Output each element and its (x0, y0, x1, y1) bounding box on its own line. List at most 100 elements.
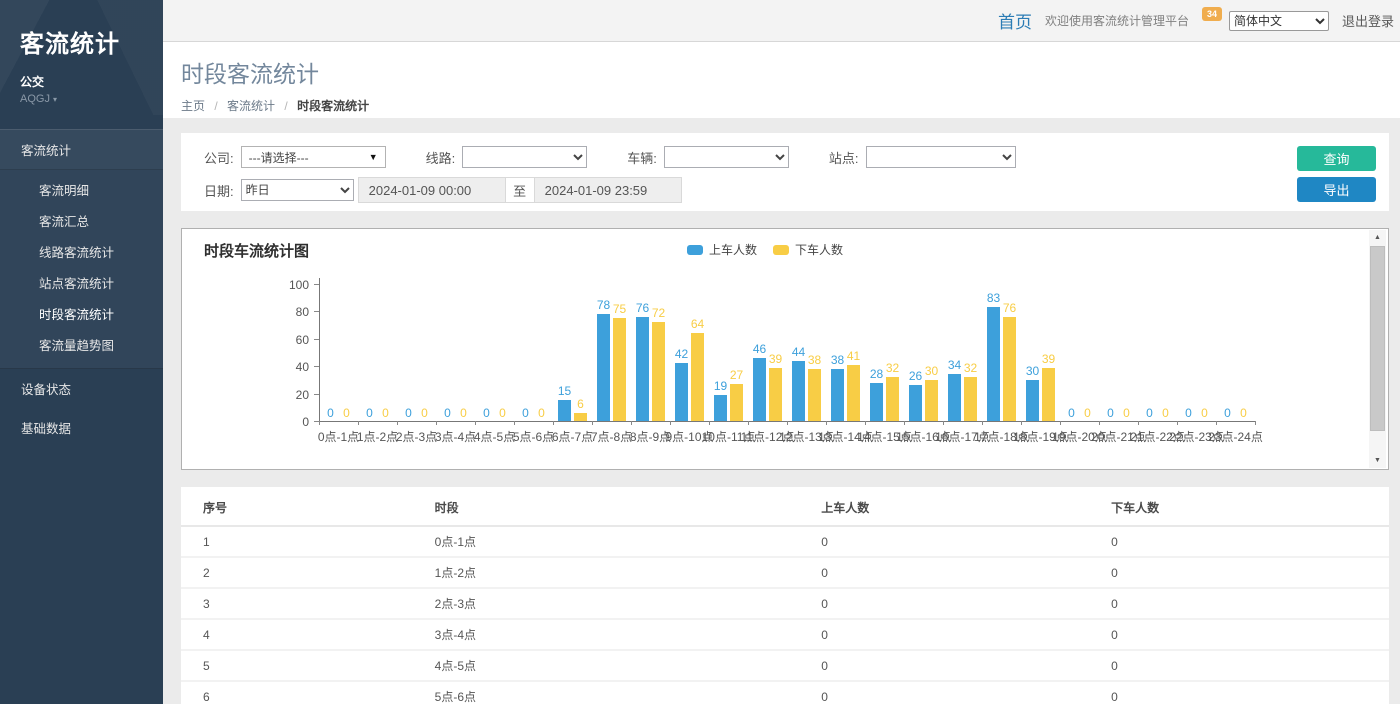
date-preset-select[interactable]: 昨日 (241, 179, 354, 201)
date-to-input[interactable] (534, 177, 682, 203)
language-select[interactable]: 简体中文 (1229, 11, 1329, 31)
top-navbar: 首页 欢迎使用客流统计管理平台 34 简体中文 退出登录 (163, 0, 1400, 42)
x-tick (1216, 421, 1217, 425)
table-row: 65点-6点00 (181, 681, 1389, 704)
line-select[interactable] (462, 146, 587, 168)
bar-上车人数 (831, 369, 844, 421)
y-tick-label: 80 (279, 305, 309, 319)
station-select[interactable] (866, 146, 1016, 168)
bar-上车人数 (987, 307, 1000, 421)
bar-上车人数 (636, 317, 649, 421)
date-from-input[interactable] (358, 177, 506, 203)
x-tick (1099, 421, 1100, 425)
chevron-down-icon: ▾ (53, 95, 57, 104)
col-header-timeslot: 时段 (435, 487, 822, 526)
scroll-up-icon[interactable]: ▲ (1369, 230, 1386, 245)
breadcrumb-home[interactable]: 主页 (181, 99, 205, 113)
bar-下车人数 (652, 322, 665, 421)
page-title: 时段客流统计 (181, 55, 1400, 89)
bar-上车人数 (909, 385, 922, 421)
bar-下车人数 (574, 413, 587, 421)
y-tick (314, 339, 319, 340)
table-cell: 5点-6点 (435, 681, 822, 704)
table-cell: 0 (821, 526, 1111, 557)
bar-下车人数 (808, 369, 821, 421)
notification-badge[interactable]: 34 (1202, 7, 1222, 21)
main-area: 首页 欢迎使用客流统计管理平台 34 简体中文 退出登录 时段客流统计 主页 /… (163, 0, 1400, 704)
welcome-text: 欢迎使用客流统计管理平台 (1045, 12, 1189, 29)
table-cell: 0 (1111, 619, 1389, 650)
home-link[interactable]: 首页 (998, 8, 1032, 33)
table-row: 43点-4点00 (181, 619, 1389, 650)
table-cell: 1 (181, 526, 435, 557)
table-cell: 4点-5点 (435, 650, 822, 681)
breadcrumb-separator: / (214, 99, 217, 113)
sidebar-subitem[interactable]: 线路客流统计 (0, 236, 163, 267)
table-cell: 3 (181, 588, 435, 619)
x-tick (748, 421, 749, 425)
y-tick (314, 366, 319, 367)
sidebar-item[interactable]: 客流统计 (0, 129, 163, 170)
bar-下车人数 (613, 318, 626, 421)
breadcrumb: 主页 / 客流统计 / 时段客流统计 (181, 97, 1400, 114)
sidebar-item[interactable]: 基础数据 (0, 408, 163, 447)
sidebar-submenu: 客流明细客流汇总线路客流统计站点客流统计时段客流统计客流量趋势图 (0, 170, 163, 369)
x-tick (319, 421, 320, 425)
x-tick (1177, 421, 1178, 425)
y-tick-label: 40 (279, 360, 309, 374)
bar-下车人数 (769, 368, 782, 421)
sidebar-subitem[interactable]: 客流明细 (0, 174, 163, 205)
vehicle-select[interactable] (664, 146, 789, 168)
breadcrumb-separator: / (284, 99, 287, 113)
bar-value-label: 27 (717, 368, 757, 382)
table-cell: 0 (821, 557, 1111, 588)
bar-上车人数 (948, 374, 961, 421)
time-slot-table: 序号 时段 上车人数 下车人数 10点-1点0021点-2点0032点-3点00… (181, 487, 1389, 704)
bar-上车人数 (675, 363, 688, 421)
table-cell: 2点-3点 (435, 588, 822, 619)
scrollbar-thumb[interactable] (1370, 246, 1385, 431)
table-row: 21点-2点00 (181, 557, 1389, 588)
y-tick-label: 60 (279, 333, 309, 347)
sidebar-item[interactable]: 设备状态 (0, 369, 163, 408)
table-cell: 0 (821, 681, 1111, 704)
table-cell: 0 (821, 650, 1111, 681)
sidebar-subitem[interactable]: 客流汇总 (0, 205, 163, 236)
y-tick-label: 100 (279, 278, 309, 292)
sidebar-subitem[interactable]: 客流量趋势图 (0, 329, 163, 360)
export-button[interactable]: 导出 (1297, 177, 1376, 202)
x-tick (514, 421, 515, 425)
bar-value-label: 76 (990, 301, 1030, 315)
table-row: 10点-1点00 (181, 526, 1389, 557)
bar-value-label: 32 (951, 361, 991, 375)
company-select[interactable]: ---请选择--- ▼ (241, 146, 386, 168)
org-selector[interactable]: AQGJ▾ (20, 93, 163, 105)
bar-上车人数 (753, 358, 766, 421)
table-header-row: 序号 时段 上车人数 下车人数 (181, 487, 1389, 526)
table-cell: 1点-2点 (435, 557, 822, 588)
bar-value-label: 64 (678, 317, 718, 331)
x-tick (670, 421, 671, 425)
x-tick (904, 421, 905, 425)
filter-panel: 公司: ---请选择--- ▼ 线路: 车辆: 站点: 日期: 昨日 (181, 133, 1389, 211)
x-tick (475, 421, 476, 425)
logout-link[interactable]: 退出登录 (1342, 11, 1394, 30)
breadcrumb-section[interactable]: 客流统计 (227, 99, 275, 113)
table-cell: 0 (1111, 557, 1389, 588)
sidebar-subitem[interactable]: 时段客流统计 (0, 298, 163, 329)
table-cell: 5 (181, 650, 435, 681)
sidebar-subitem[interactable]: 站点客流统计 (0, 267, 163, 298)
chart-scrollbar[interactable]: ▲ ▼ (1369, 230, 1386, 468)
bar-上车人数 (792, 361, 805, 421)
table-cell: 0 (1111, 588, 1389, 619)
x-tick (397, 421, 398, 425)
chart-panel: 时段车流统计图 上车人数下车人数 020406080100000点-1点001点… (181, 228, 1389, 470)
station-label: 站点: (829, 148, 859, 167)
bar-下车人数 (691, 333, 704, 421)
x-tick (709, 421, 710, 425)
query-button[interactable]: 查询 (1297, 146, 1376, 171)
x-tick (436, 421, 437, 425)
scroll-down-icon[interactable]: ▼ (1369, 453, 1386, 468)
table-body: 10点-1点0021点-2点0032点-3点0043点-4点0054点-5点00… (181, 526, 1389, 704)
col-header-index: 序号 (181, 487, 435, 526)
